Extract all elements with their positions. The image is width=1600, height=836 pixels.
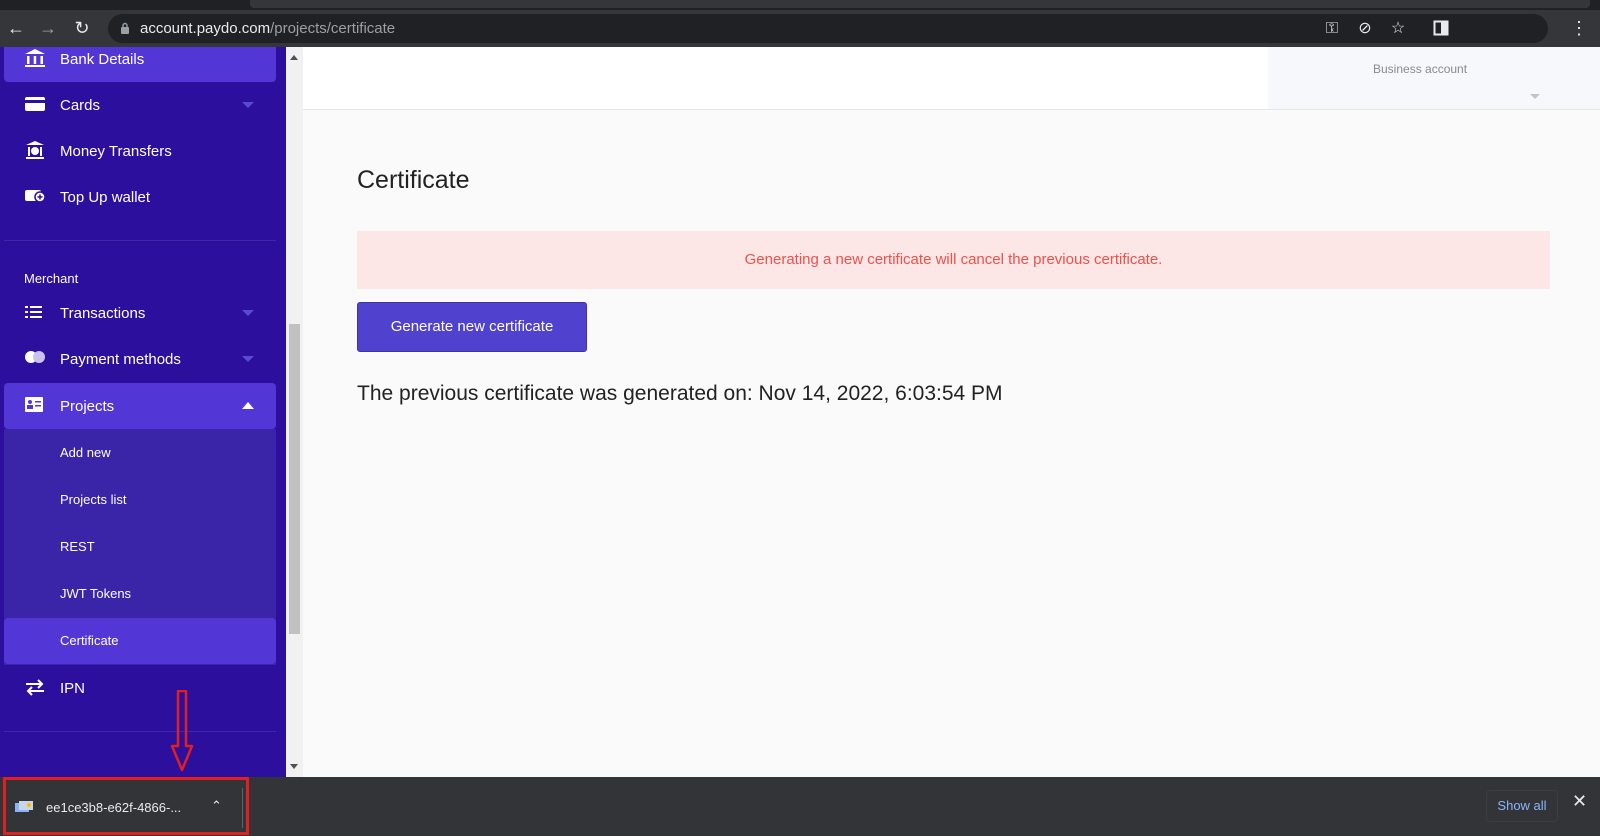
divider: [4, 731, 276, 732]
top-header: Business account: [303, 47, 1600, 110]
annotation-arrow-icon: [170, 690, 194, 772]
sidebar-item-label: Transactions: [60, 304, 146, 322]
menu-kebab-icon[interactable]: ⋮: [1566, 15, 1592, 41]
download-file-name: ee1ce3b8-e62f-4866-...: [46, 800, 182, 815]
sidebar-item-label: Payment methods: [60, 350, 181, 368]
chevron-down-icon: [242, 356, 254, 362]
sidebar-subitem-rest[interactable]: REST: [4, 524, 276, 570]
browser-tabstrip: [0, 0, 1600, 10]
browser-toolbar: ← → ↻ account.paydo.com/projects/certifi…: [0, 10, 1600, 47]
sidebar-item-label: Bank Details: [60, 50, 145, 68]
wallet-topup-icon: [25, 190, 46, 203]
generate-certificate-button[interactable]: Generate new certificate: [357, 302, 587, 352]
sidebar-subitem-projects-list[interactable]: Projects list: [4, 477, 276, 523]
sidebar-item-bank-details[interactable]: Bank Details: [4, 47, 276, 82]
star-icon[interactable]: ☆: [1387, 18, 1409, 40]
back-arrow-icon[interactable]: ←: [3, 15, 29, 41]
chevron-down-icon: [242, 310, 254, 316]
sidebar-subitem-label: Add new: [60, 445, 111, 460]
section-heading-merchant: Merchant: [24, 271, 79, 286]
card-icon: [25, 97, 45, 111]
forward-arrow-icon[interactable]: →: [35, 15, 61, 41]
scrollbar-thumb[interactable]: [289, 324, 300, 634]
sidebar-subitem-label: Projects list: [60, 492, 127, 507]
sidebar-item-top-up-wallet[interactable]: Top Up wallet: [4, 174, 276, 220]
account-label: Business account: [1373, 62, 1468, 76]
sidebar-item-ipn[interactable]: IPN: [4, 665, 276, 711]
sidebar-item-label: Top Up wallet: [60, 188, 151, 206]
eye-off-icon[interactable]: ⊘: [1354, 18, 1376, 40]
sidebar-item-cards[interactable]: Cards: [4, 82, 276, 128]
divider: [4, 240, 276, 241]
key-icon[interactable]: ⚿: [1321, 18, 1343, 40]
bank-icon: [25, 49, 45, 67]
sidebar-scrollbar[interactable]: [286, 47, 303, 777]
url-host: account.paydo.com: [140, 20, 271, 37]
certificate-file-icon: [15, 801, 33, 812]
sidebar-subitem-label: REST: [60, 539, 95, 554]
sidebar-subitem-add-new[interactable]: Add new: [4, 430, 276, 476]
transfer-arrows-icon: [26, 679, 44, 696]
account-selector[interactable]: Business account: [1268, 47, 1600, 109]
active-tab[interactable]: [250, 0, 1590, 8]
payment-methods-icon: [25, 351, 45, 363]
sidebar-subitem-jwt-tokens[interactable]: JWT Tokens: [4, 571, 276, 617]
address-bar[interactable]: account.paydo.com/projects/certificate ⚿…: [108, 14, 1548, 43]
sidebar-item-label: Money Transfers: [60, 142, 172, 160]
sidebar-item-label: Cards: [60, 96, 101, 114]
sidebar-item-money-transfers[interactable]: Money Transfers: [4, 128, 276, 174]
close-icon[interactable]: ✕: [1572, 791, 1587, 812]
download-item[interactable]: ee1ce3b8-e62f-4866-... ⌃: [3, 777, 249, 835]
sidebar: Bank Details Cards Money Transfers Top U…: [0, 47, 286, 777]
scroll-up-arrow-icon[interactable]: [290, 55, 298, 60]
divider: [242, 788, 243, 828]
chevron-up-icon: [242, 402, 254, 409]
page-title: Certificate: [357, 166, 470, 194]
chevron-down-icon: [1530, 94, 1540, 99]
sidebar-item-payment-methods[interactable]: Payment methods: [4, 336, 276, 382]
url-path: /projects/certificate: [270, 20, 396, 37]
projects-icon: [25, 397, 43, 412]
scroll-down-arrow-icon[interactable]: [290, 764, 298, 769]
previous-certificate-info: The previous certificate was generated o…: [357, 382, 1003, 405]
sidebar-item-transactions[interactable]: Transactions: [4, 290, 276, 336]
sidebar-item-projects[interactable]: Projects: [4, 383, 276, 429]
warning-alert: Generating a new certificate will cancel…: [357, 231, 1550, 289]
chevron-up-icon[interactable]: ⌃: [211, 798, 222, 814]
lock-icon: [121, 22, 129, 34]
list-icon: [25, 306, 42, 318]
url-text: account.paydo.com/projects/certificate: [140, 20, 395, 37]
sidebar-subitem-label: Certificate: [60, 633, 119, 648]
show-all-button[interactable]: Show all: [1486, 790, 1558, 822]
sidebar-item-label: Projects: [60, 397, 115, 415]
download-bar: ee1ce3b8-e62f-4866-... ⌃ Show all ✕: [0, 777, 1600, 836]
sidebar-subitem-label: JWT Tokens: [60, 586, 132, 601]
side-panel-icon[interactable]: [1428, 15, 1454, 41]
reload-icon[interactable]: ↻: [69, 15, 95, 41]
sidebar-subitem-certificate[interactable]: Certificate: [4, 618, 276, 664]
money-transfer-icon: [26, 141, 44, 159]
alert-text: Generating a new certificate will cancel…: [744, 251, 1163, 268]
sidebar-item-label: IPN: [60, 679, 86, 697]
chevron-down-icon: [242, 102, 254, 108]
